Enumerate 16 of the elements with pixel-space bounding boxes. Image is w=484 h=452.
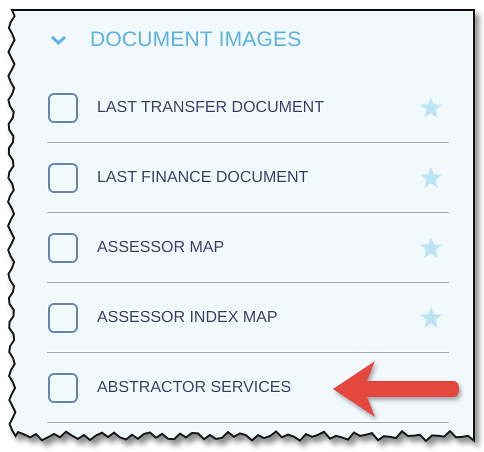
checkbox[interactable] xyxy=(48,92,78,122)
star-icon[interactable] xyxy=(420,237,442,258)
star-icon[interactable] xyxy=(420,167,442,188)
item-label: ABSTRACTOR SERVICES xyxy=(97,378,292,396)
item-label: LAST TRANSFER DOCUMENT xyxy=(97,98,325,116)
checkbox[interactable] xyxy=(48,162,78,192)
checkbox[interactable] xyxy=(48,232,78,262)
star-icon[interactable] xyxy=(420,307,442,328)
item-label: ASSESSOR MAP xyxy=(97,238,226,256)
checkbox[interactable] xyxy=(48,302,78,332)
chevron-icon[interactable] xyxy=(51,35,66,45)
star-icon[interactable] xyxy=(420,97,442,118)
section-title[interactable]: DOCUMENT IMAGES xyxy=(90,28,302,52)
checkbox[interactable] xyxy=(48,372,78,402)
item-label: ASSESSOR INDEX MAP xyxy=(97,308,278,326)
item-label: LAST FINANCE DOCUMENT xyxy=(97,168,310,186)
